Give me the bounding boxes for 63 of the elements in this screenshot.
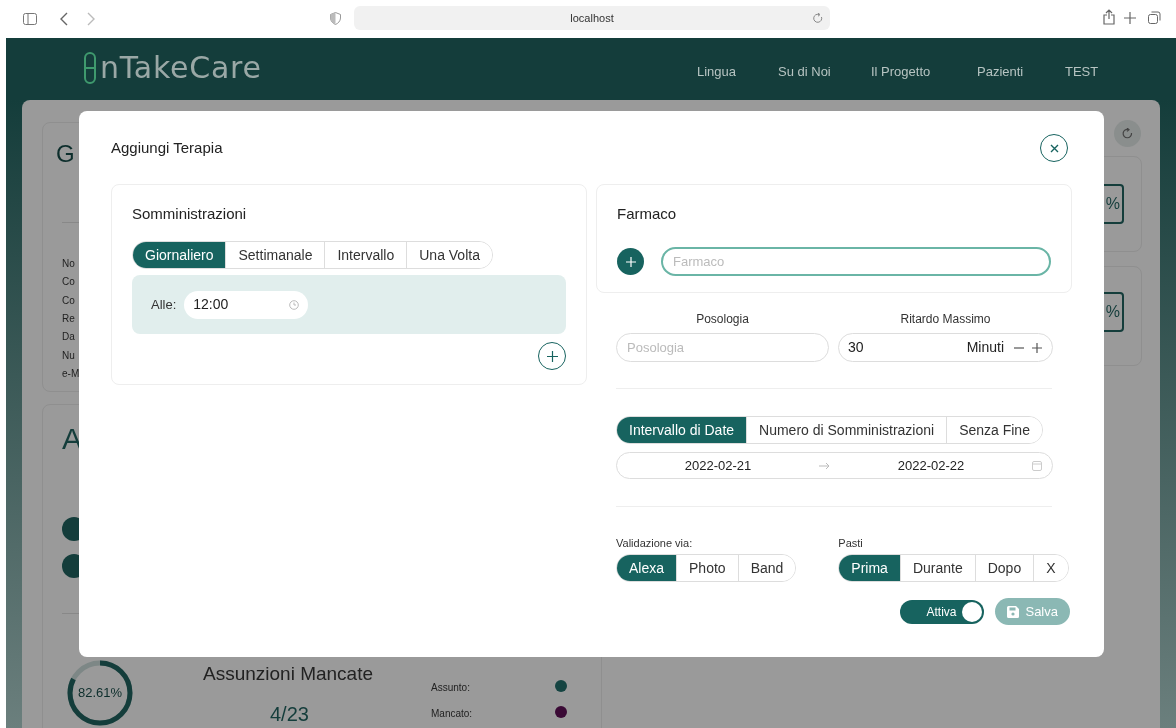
field-label: Posologia (696, 311, 749, 326)
group-label: Pasti (838, 536, 864, 551)
address-bar[interactable]: localhost (354, 6, 830, 30)
reload-icon[interactable] (813, 13, 823, 24)
time-label: Alle: (151, 295, 177, 314)
info-label: Co (62, 275, 75, 290)
stat-value: 4/23 (270, 704, 309, 724)
refresh-icon (1122, 127, 1133, 140)
group-label: Validazione via: (616, 536, 694, 551)
stat-title: Assunzioni Mancate (203, 662, 374, 686)
segment-tab[interactable]: Giornaliero (133, 242, 226, 268)
plus-icon (625, 256, 636, 267)
nav-link[interactable]: TEST (1065, 62, 1099, 82)
info-label: Nu (62, 348, 75, 363)
calendar-icon (1032, 460, 1042, 471)
shield-icon (330, 12, 341, 25)
pill-icon (84, 52, 96, 84)
time-field[interactable]: 12:00 (184, 290, 309, 319)
close-icon (1049, 143, 1059, 153)
plus-icon[interactable] (1032, 342, 1042, 353)
donut-chart (67, 660, 133, 726)
save-icon (1007, 605, 1020, 618)
card-title: Somministrazioni (132, 204, 248, 223)
nav-link[interactable]: Il Progetto (871, 62, 931, 82)
nav-link[interactable]: Pazienti (977, 62, 1024, 82)
sidebar-icon[interactable] (23, 13, 37, 25)
active-toggle[interactable]: Attiva (900, 599, 985, 624)
segment-tab[interactable]: Una Volta (406, 242, 492, 268)
share-icon[interactable] (1103, 9, 1115, 25)
nav-link[interactable]: Su di Noi (778, 62, 831, 82)
segment-tab[interactable]: X (1033, 555, 1068, 581)
info-label: Co (62, 293, 75, 308)
donut-label: 82.61% (76, 684, 124, 702)
unit-label: Minuti (966, 338, 1004, 357)
legend-label: Assunto: (431, 681, 470, 695)
tabs-icon[interactable] (1148, 11, 1161, 24)
info-label: Da (62, 330, 75, 345)
drug-field[interactable]: Farmaco (661, 247, 1051, 276)
end-date: 2022-02-22 (896, 456, 966, 475)
card-title: Farmaco (617, 204, 678, 223)
segment-tab[interactable]: Intervallo di Date (617, 417, 747, 443)
field-label: Ritardo Massimo (900, 311, 991, 326)
segment-tab[interactable]: Senza Fine (946, 417, 1042, 443)
legend-label: Mancato: (431, 707, 473, 721)
info-label: Re (62, 311, 75, 326)
card-heading: G (56, 142, 75, 166)
info-label: e-M (62, 366, 80, 381)
logo-text[interactable]: nTakeCare (100, 53, 262, 83)
add-drug-button[interactable] (617, 248, 644, 275)
new-tab-icon[interactable] (1124, 12, 1136, 24)
modal-title: Aggiungi Terapia (111, 137, 223, 158)
clock-icon (289, 299, 300, 310)
arrow-icon (819, 461, 830, 470)
nav-link[interactable]: Lingua (697, 62, 737, 82)
segment-tab[interactable]: Alexa (617, 555, 677, 581)
back-icon[interactable] (60, 12, 68, 26)
segment-tab[interactable]: Prima (839, 555, 900, 581)
info-label: No (62, 257, 75, 271)
segment-tab[interactable]: Band (737, 555, 796, 581)
dosage-field[interactable]: Posologia (616, 333, 829, 362)
minus-icon[interactable] (1014, 346, 1024, 349)
plus-icon (546, 350, 558, 362)
start-date: 2022-02-21 (683, 456, 753, 475)
